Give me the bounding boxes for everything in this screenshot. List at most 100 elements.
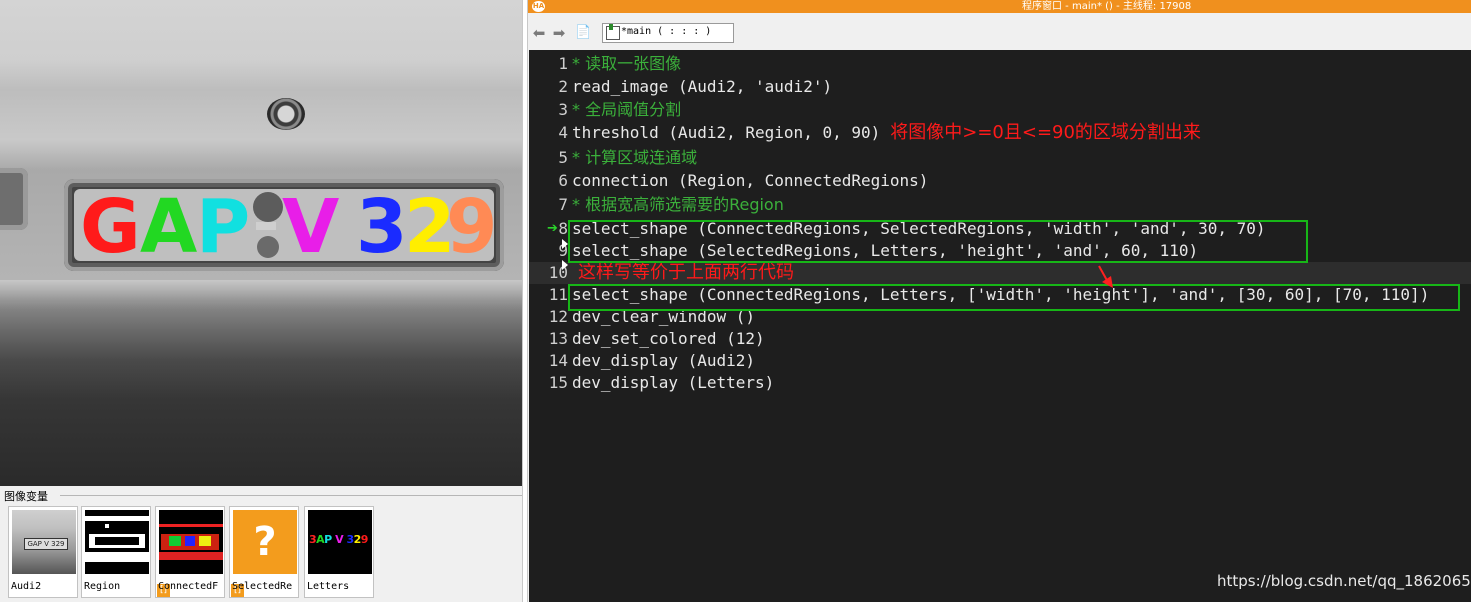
code-comment: * 读取一张图像 <box>572 53 681 75</box>
thumb-label: SelectedRe <box>232 581 293 592</box>
letters-preview-char: 9 <box>360 533 369 546</box>
red-annotation: 将图像中>=0且<=90的区域分割出来 <box>890 122 1201 143</box>
code-line[interactable]: 13 dev_set_colored (12) <box>529 328 1471 350</box>
plate-letter: A <box>140 184 197 270</box>
line-number: 14 <box>548 351 568 370</box>
red-annotation: 这样写等价于上面两行代码 <box>578 262 794 283</box>
line-number: 6 <box>558 171 568 190</box>
tail-lamp <box>0 168 28 230</box>
code-content: * 读取一张图像 <box>572 54 682 73</box>
plate-letter: 3 <box>356 184 407 270</box>
letters-preview-char: V <box>335 533 344 546</box>
letters-image-icon: 3AP V 329 <box>308 510 372 574</box>
code-comment: * 根据宽高筛选需要的Region <box>572 194 784 216</box>
procedure-icon <box>606 24 620 40</box>
breakpoint-marker <box>562 239 568 249</box>
thumb-label: Letters <box>307 581 350 592</box>
code-line[interactable]: 2 read_image (Audi2, 'audi2') <box>529 76 1471 98</box>
line-number: 13 <box>548 329 568 348</box>
window-title: 程序窗口 - main* () - 主线程: 17908 <box>1022 1 1192 12</box>
title-bar: HA 程序窗口 - main* () - 主线程: 17908 <box>528 0 1471 13</box>
toolbar: ⬅ ➡ 📄 *main ( : : : ) <box>528 14 1471 50</box>
plate-letter: V <box>282 184 339 270</box>
car-trunk-sheen <box>0 280 522 310</box>
code-line[interactable]: 3 * 全局阈值分割 <box>529 99 1471 121</box>
thumb-letters[interactable]: 3AP V 329 Letters <box>304 506 374 598</box>
tab-main[interactable]: *main ( : : : ) <box>602 23 734 43</box>
thumb-audi2[interactable]: GAP V 329 Audi2 <box>8 506 78 598</box>
code-comment: * 全局阈值分割 <box>572 99 681 121</box>
panel-title: 图像变量 <box>4 488 51 504</box>
thumb-region[interactable]: Region <box>81 506 151 598</box>
code-text: dev_display (Letters) <box>572 372 774 394</box>
letters-preview-char: 3 <box>346 533 354 546</box>
code-line[interactable]: 1 * 读取一张图像 <box>529 53 1471 75</box>
code-text: read_image (Audi2, 'audi2') <box>572 76 832 98</box>
code-content: * 计算区域连通域 <box>572 148 698 167</box>
plate-seal-top <box>253 192 283 222</box>
program-window: HA 程序窗口 - main* () - 主线程: 17908 ⬅ ➡ 📄 *m… <box>522 0 1471 602</box>
code-text: connection (Region, ConnectedRegions) <box>572 170 928 192</box>
tab-label: *main ( : : : ) <box>621 26 712 37</box>
code-text: dev_set_colored (12) <box>572 328 765 350</box>
code-content: threshold (Audi2, Region, 0, 90) <box>572 123 881 142</box>
line-number: 1 <box>558 54 568 73</box>
code-line[interactable]: 10 这样写等价于上面两行代码 <box>529 262 1471 284</box>
pc-marker <box>562 260 568 270</box>
line-number: 4 <box>558 123 568 142</box>
connected-regions-icon <box>159 510 223 574</box>
code-text: dev_display (Audi2) <box>572 350 755 372</box>
code-content: dev_display (Letters) <box>572 373 775 392</box>
line-number: 5 <box>558 148 568 167</box>
code-line[interactable]: 14 dev_display (Audi2) <box>529 350 1471 372</box>
thumb-label: Audi2 <box>11 581 42 592</box>
code-content: dev_display (Audi2) <box>572 351 756 370</box>
region-image-icon <box>85 510 149 574</box>
image-variables-panel: 图像变量 GAP V 329 Audi2 Region [] Connected… <box>0 486 522 602</box>
plate-letter: 9 <box>446 184 497 270</box>
annotation-arrow <box>1098 265 1113 288</box>
highlight-box-lines-8-9 <box>568 220 1308 263</box>
code-editor[interactable]: 1 * 读取一张图像 2 read_image (Audi2, 'audi2') 3 * … <box>529 50 1471 602</box>
code-line[interactable]: 5 * 计算区域连通域 <box>529 147 1471 169</box>
watermark: https://blog.csdn.net/qq_18620653 <box>1217 572 1471 590</box>
page-icon[interactable]: 📄 <box>575 25 591 41</box>
code-content: read_image (Audi2, 'audi2') <box>572 77 833 96</box>
code-line[interactable]: 6 connection (Region, ConnectedRegions) <box>529 170 1471 192</box>
arrow-right-icon[interactable]: ➡ <box>551 25 567 41</box>
window-splitter[interactable] <box>522 0 528 602</box>
code-content: * 根据宽高筛选需要的Region <box>572 195 784 214</box>
highlight-box-line-11 <box>568 284 1460 311</box>
line-number: 11 <box>548 285 568 304</box>
letters-preview-char: 2 <box>353 533 362 546</box>
code-text: threshold (Audi2, Region, 0, 90) 将图像中>=0且… <box>572 122 1201 144</box>
panel-divider <box>60 495 522 496</box>
thumb-label: ConnectedF <box>158 581 219 592</box>
thumb-selected-regions[interactable]: ? [] SelectedRe <box>229 506 299 598</box>
arrow-left-icon[interactable]: ⬅ <box>531 25 547 41</box>
graphics-window[interactable]: GAPV329 <box>0 0 522 486</box>
letters-preview-char: A <box>316 533 325 546</box>
plate-letter: P <box>196 184 250 270</box>
code-content: * 全局阈值分割 <box>572 100 682 119</box>
code-line[interactable]: 7 * 根据宽高筛选需要的Region <box>529 194 1471 216</box>
plate-dash <box>256 222 276 230</box>
line-number: 15 <box>548 373 568 392</box>
code-text: 这样写等价于上面两行代码 <box>572 262 794 284</box>
code-comment: * 计算区域连通域 <box>572 147 697 169</box>
question-icon: ? <box>233 510 297 574</box>
car-image-icon: GAP V 329 <box>12 510 76 574</box>
letters-preview-char: P <box>324 533 332 546</box>
plate-letter: G <box>80 184 141 270</box>
thumb-label: Region <box>84 581 121 592</box>
code-line[interactable]: 4 threshold (Audi2, Region, 0, 90) 将图像中>=0… <box>529 122 1471 144</box>
line-number: 3 <box>558 100 568 119</box>
plate-seal-bottom <box>257 236 279 258</box>
line-number: 12 <box>548 307 568 326</box>
thumb-connected-regions[interactable]: [] ConnectedF <box>155 506 225 598</box>
line-number: 7 <box>558 195 568 214</box>
code-content: connection (Region, ConnectedRegions) <box>572 171 929 190</box>
code-line[interactable]: 15 dev_display (Letters) <box>529 372 1471 394</box>
trunk-lock-hole <box>267 98 305 130</box>
line-number: 2 <box>558 77 568 96</box>
